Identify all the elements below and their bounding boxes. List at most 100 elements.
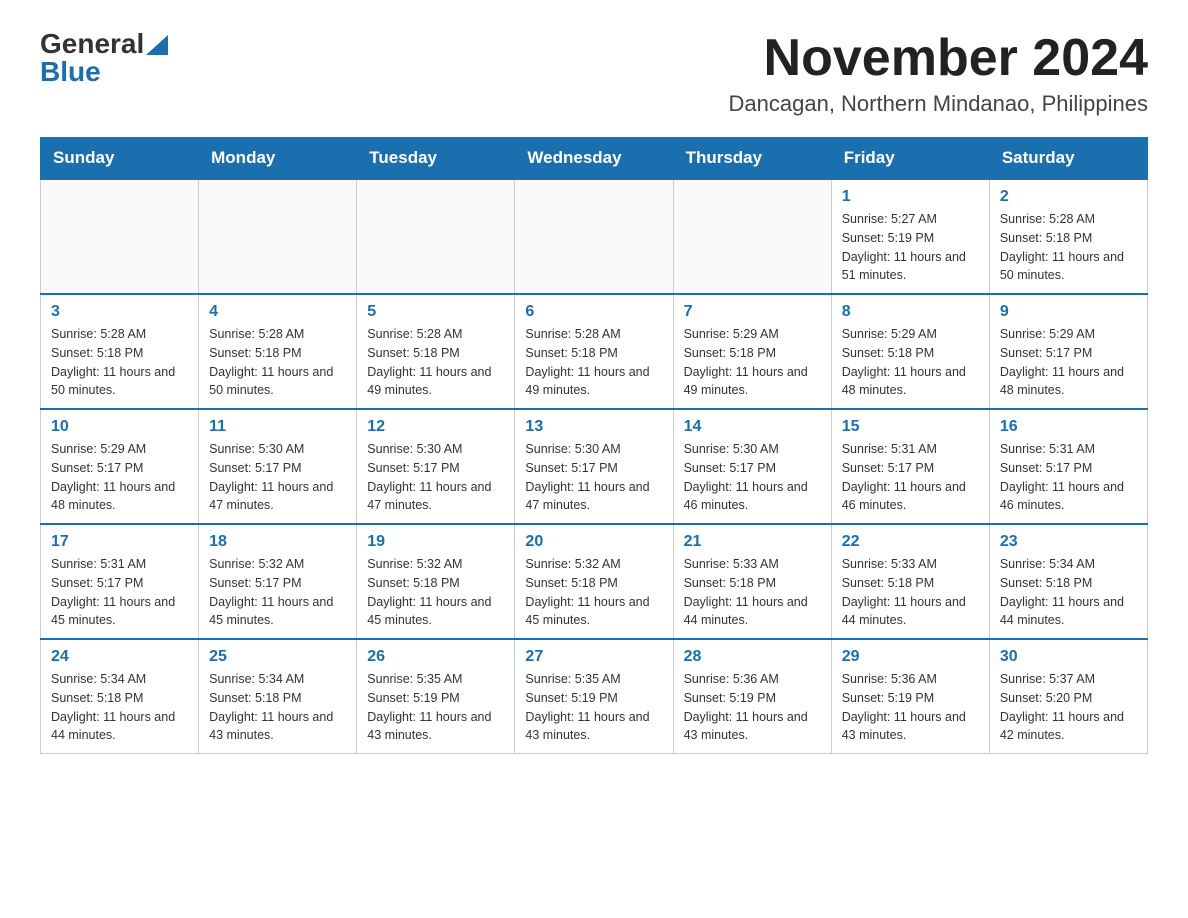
calendar-cell-3-0: 17 Sunrise: 5:31 AMSunset: 5:17 PMDayligh…: [41, 524, 199, 639]
calendar-cell-0-3: [515, 179, 673, 294]
header-monday: Monday: [199, 138, 357, 180]
day-info: Sunrise: 5:29 AMSunset: 5:18 PMDaylight:…: [684, 325, 821, 400]
day-info: Sunrise: 5:35 AMSunset: 5:19 PMDaylight:…: [367, 670, 504, 745]
calendar-cell-3-3: 20 Sunrise: 5:32 AMSunset: 5:18 PMDayligh…: [515, 524, 673, 639]
day-number: 27: [525, 648, 662, 666]
day-number: 17: [51, 533, 188, 551]
day-info: Sunrise: 5:31 AMSunset: 5:17 PMDaylight:…: [1000, 440, 1137, 515]
day-info: Sunrise: 5:34 AMSunset: 5:18 PMDaylight:…: [1000, 555, 1137, 630]
calendar-cell-4-0: 24Sunrise: 5:34 AMSunset: 5:18 PMDayligh…: [41, 639, 199, 754]
calendar-cell-2-4: 14 Sunrise: 5:30 AMSunset: 5:17 PMDayligh…: [673, 409, 831, 524]
day-info: Sunrise: 5:28 AMSunset: 5:18 PMDaylight:…: [525, 325, 662, 400]
calendar-cell-3-6: 23 Sunrise: 5:34 AMSunset: 5:18 PMDayligh…: [989, 524, 1147, 639]
day-info: Sunrise: 5:28 AMSunset: 5:18 PMDaylight:…: [1000, 210, 1137, 285]
calendar-cell-2-5: 15 Sunrise: 5:31 AMSunset: 5:17 PMDayligh…: [831, 409, 989, 524]
day-info: Sunrise: 5:32 AMSunset: 5:18 PMDaylight:…: [367, 555, 504, 630]
day-number: 30: [1000, 648, 1137, 666]
day-number: 14: [684, 418, 821, 436]
calendar-cell-0-1: [199, 179, 357, 294]
day-number: 4: [209, 303, 346, 321]
day-info: Sunrise: 5:28 AMSunset: 5:18 PMDaylight:…: [209, 325, 346, 400]
day-info: Sunrise: 5:29 AMSunset: 5:18 PMDaylight:…: [842, 325, 979, 400]
calendar-cell-1-5: 8 Sunrise: 5:29 AMSunset: 5:18 PMDaylight…: [831, 294, 989, 409]
header-friday: Friday: [831, 138, 989, 180]
calendar-cell-4-1: 25 Sunrise: 5:34 AMSunset: 5:18 PMDayligh…: [199, 639, 357, 754]
day-number: 19: [367, 533, 504, 551]
day-number: 28: [684, 648, 821, 666]
day-info: Sunrise: 5:30 AMSunset: 5:17 PMDaylight:…: [367, 440, 504, 515]
day-info: Sunrise: 5:29 AMSunset: 5:17 PMDaylight:…: [51, 440, 188, 515]
location-title: Dancagan, Northern Mindanao, Philippines: [729, 91, 1148, 117]
day-number: 29: [842, 648, 979, 666]
calendar-cell-3-5: 22Sunrise: 5:33 AMSunset: 5:18 PMDayligh…: [831, 524, 989, 639]
header-sunday: Sunday: [41, 138, 199, 180]
day-number: 15: [842, 418, 979, 436]
day-info: Sunrise: 5:34 AMSunset: 5:18 PMDaylight:…: [209, 670, 346, 745]
calendar-cell-0-0: [41, 179, 199, 294]
day-info: Sunrise: 5:30 AMSunset: 5:17 PMDaylight:…: [209, 440, 346, 515]
header-tuesday: Tuesday: [357, 138, 515, 180]
calendar-header-row: Sunday Monday Tuesday Wednesday Thursday…: [41, 138, 1148, 180]
day-number: 22: [842, 533, 979, 551]
logo-blue: Blue: [40, 58, 101, 86]
day-info: Sunrise: 5:37 AMSunset: 5:20 PMDaylight:…: [1000, 670, 1137, 745]
day-info: Sunrise: 5:29 AMSunset: 5:17 PMDaylight:…: [1000, 325, 1137, 400]
day-info: Sunrise: 5:31 AMSunset: 5:17 PMDaylight:…: [842, 440, 979, 515]
day-info: Sunrise: 5:33 AMSunset: 5:18 PMDaylight:…: [684, 555, 821, 630]
day-info: Sunrise: 5:28 AMSunset: 5:18 PMDaylight:…: [367, 325, 504, 400]
calendar-cell-1-1: 4 Sunrise: 5:28 AMSunset: 5:18 PMDaylight…: [199, 294, 357, 409]
day-number: 20: [525, 533, 662, 551]
day-number: 16: [1000, 418, 1137, 436]
day-number: 8: [842, 303, 979, 321]
calendar-cell-4-3: 27 Sunrise: 5:35 AMSunset: 5:19 PMDayligh…: [515, 639, 673, 754]
calendar-cell-0-2: [357, 179, 515, 294]
calendar-cell-0-6: 2 Sunrise: 5:28 AMSunset: 5:18 PMDaylight…: [989, 179, 1147, 294]
day-number: 26: [367, 648, 504, 666]
day-number: 3: [51, 303, 188, 321]
day-info: Sunrise: 5:36 AMSunset: 5:19 PMDaylight:…: [842, 670, 979, 745]
day-number: 5: [367, 303, 504, 321]
day-number: 23: [1000, 533, 1137, 551]
month-title: November 2024: [729, 30, 1148, 87]
day-info: Sunrise: 5:35 AMSunset: 5:19 PMDaylight:…: [525, 670, 662, 745]
day-number: 18: [209, 533, 346, 551]
day-info: Sunrise: 5:31 AMSunset: 5:17 PMDaylight:…: [51, 555, 188, 630]
day-info: Sunrise: 5:27 AMSunset: 5:19 PMDaylight:…: [842, 210, 979, 285]
calendar-cell-2-2: 12 Sunrise: 5:30 AMSunset: 5:17 PMDayligh…: [357, 409, 515, 524]
calendar-cell-1-0: 3 Sunrise: 5:28 AMSunset: 5:18 PMDaylight…: [41, 294, 199, 409]
logo-triangle-icon: [146, 35, 168, 55]
day-number: 21: [684, 533, 821, 551]
day-number: 12: [367, 418, 504, 436]
logo-general: General: [40, 30, 144, 58]
day-number: 2: [1000, 188, 1137, 206]
calendar-cell-3-1: 18 Sunrise: 5:32 AMSunset: 5:17 PMDayligh…: [199, 524, 357, 639]
calendar-cell-4-2: 26 Sunrise: 5:35 AMSunset: 5:19 PMDayligh…: [357, 639, 515, 754]
calendar-cell-1-6: 9Sunrise: 5:29 AMSunset: 5:17 PMDaylight…: [989, 294, 1147, 409]
calendar-cell-2-6: 16 Sunrise: 5:31 AMSunset: 5:17 PMDayligh…: [989, 409, 1147, 524]
calendar-cell-3-2: 19 Sunrise: 5:32 AMSunset: 5:18 PMDayligh…: [357, 524, 515, 639]
day-info: Sunrise: 5:32 AMSunset: 5:17 PMDaylight:…: [209, 555, 346, 630]
day-number: 7: [684, 303, 821, 321]
day-info: Sunrise: 5:36 AMSunset: 5:19 PMDaylight:…: [684, 670, 821, 745]
calendar-cell-1-2: 5 Sunrise: 5:28 AMSunset: 5:18 PMDaylight…: [357, 294, 515, 409]
header: General Blue November 2024 Dancagan, Nor…: [40, 30, 1148, 117]
title-area: November 2024 Dancagan, Northern Mindana…: [729, 30, 1148, 117]
calendar-cell-2-0: 10 Sunrise: 5:29 AMSunset: 5:17 PMDayligh…: [41, 409, 199, 524]
calendar-cell-1-4: 7 Sunrise: 5:29 AMSunset: 5:18 PMDaylight…: [673, 294, 831, 409]
day-number: 11: [209, 418, 346, 436]
week-row-0: 1Sunrise: 5:27 AMSunset: 5:19 PMDaylight…: [41, 179, 1148, 294]
day-number: 25: [209, 648, 346, 666]
day-info: Sunrise: 5:30 AMSunset: 5:17 PMDaylight:…: [684, 440, 821, 515]
calendar-cell-2-1: 11 Sunrise: 5:30 AMSunset: 5:17 PMDayligh…: [199, 409, 357, 524]
week-row-4: 24Sunrise: 5:34 AMSunset: 5:18 PMDayligh…: [41, 639, 1148, 754]
calendar-cell-4-5: 29 Sunrise: 5:36 AMSunset: 5:19 PMDayligh…: [831, 639, 989, 754]
week-row-1: 3 Sunrise: 5:28 AMSunset: 5:18 PMDaylight…: [41, 294, 1148, 409]
day-info: Sunrise: 5:32 AMSunset: 5:18 PMDaylight:…: [525, 555, 662, 630]
calendar-cell-4-6: 30 Sunrise: 5:37 AMSunset: 5:20 PMDayligh…: [989, 639, 1147, 754]
calendar-cell-0-5: 1Sunrise: 5:27 AMSunset: 5:19 PMDaylight…: [831, 179, 989, 294]
calendar-cell-4-4: 28 Sunrise: 5:36 AMSunset: 5:19 PMDayligh…: [673, 639, 831, 754]
day-number: 10: [51, 418, 188, 436]
header-wednesday: Wednesday: [515, 138, 673, 180]
day-number: 13: [525, 418, 662, 436]
day-info: Sunrise: 5:28 AMSunset: 5:18 PMDaylight:…: [51, 325, 188, 400]
